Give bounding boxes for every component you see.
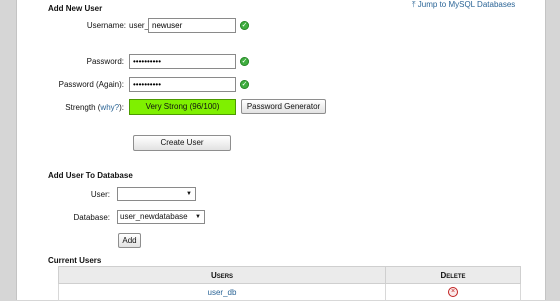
current-users-table: Users Delete user_db ×	[58, 266, 521, 301]
password-generator-button[interactable]: Password Generator	[241, 99, 326, 114]
user-cell: user_db	[58, 283, 386, 301]
column-header-users: Users	[58, 266, 386, 284]
password-strength-meter: Very Strong (96/100)	[129, 99, 236, 115]
delete-cell: ×	[385, 283, 521, 301]
check-circle-icon: ✓	[240, 57, 249, 66]
jump-to-mysql-link[interactable]: ⤒ Jump to MySQL Databases	[412, 0, 515, 10]
strength-label: Strength (why?):	[65, 103, 124, 112]
database-select[interactable]: user_newdatabase ▼	[117, 210, 205, 224]
check-circle-icon: ✓	[240, 80, 249, 89]
why-link[interactable]: why?	[100, 103, 119, 112]
add-button[interactable]: Add	[118, 233, 141, 248]
username-label: Username:	[86, 21, 126, 30]
add-user-to-database-heading: Add User To Database	[48, 171, 133, 180]
password-again-label: Password (Again):	[58, 80, 124, 89]
column-header-delete: Delete	[385, 266, 521, 284]
user-select[interactable]: ▼	[117, 187, 196, 201]
current-users-heading: Current Users	[48, 256, 102, 265]
password-label: Password:	[86, 57, 124, 66]
jump-link-label: Jump to MySQL Databases	[417, 0, 516, 9]
database-select-value: user_newdatabase	[120, 212, 188, 221]
database-select-label: Database:	[73, 213, 110, 222]
user-link[interactable]: user_db	[208, 288, 237, 297]
delete-circle-icon[interactable]: ×	[448, 287, 458, 297]
chevron-down-icon: ▼	[186, 191, 192, 197]
password-again-input[interactable]: ••••••••••	[129, 77, 236, 92]
username-prefix: user_	[129, 21, 150, 30]
jump-arrow-icon: ⤒	[412, 0, 416, 9]
username-input[interactable]: newuser	[148, 18, 236, 33]
add-new-user-heading: Add New User	[48, 4, 103, 13]
content-panel	[16, 0, 546, 300]
create-user-button[interactable]: Create User	[133, 135, 231, 151]
chevron-down-icon: ▼	[195, 214, 201, 220]
check-circle-icon: ✓	[240, 21, 249, 30]
password-input[interactable]: ••••••••••	[129, 54, 236, 69]
table-row: user_db ×	[58, 283, 521, 301]
user-select-label: User:	[90, 190, 110, 199]
